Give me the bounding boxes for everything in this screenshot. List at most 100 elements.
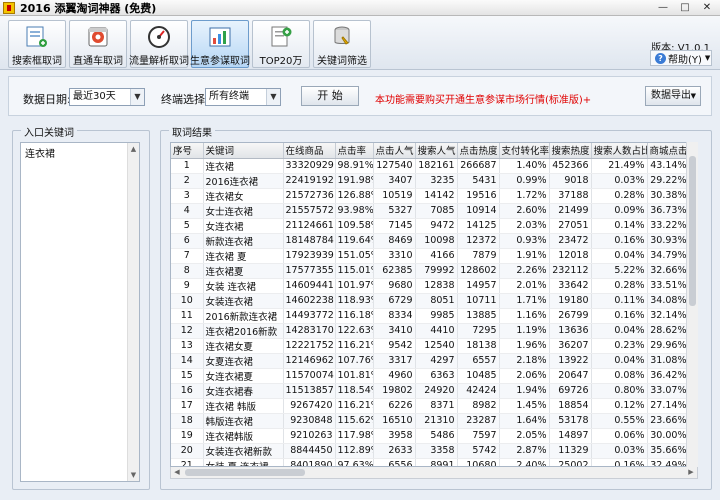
table-cell: 18854: [549, 398, 592, 414]
table-vertical-scrollbar[interactable]: [686, 142, 698, 467]
table-row[interactable]: 14女夏连衣裙12146962107.76%3317429765572.18%1…: [171, 353, 690, 369]
table-row[interactable]: 7连衣裙 夏17923939151.05%3310416678791.91%12…: [171, 248, 690, 264]
column-header[interactable]: 商城点击占比: [647, 143, 690, 159]
table-cell: 19180: [549, 293, 592, 309]
chevron-down-icon[interactable]: ▼: [266, 89, 280, 105]
tool-top20[interactable]: TOP20万: [252, 20, 310, 68]
table-cell: 33320929: [283, 158, 336, 174]
scroll-down-icon[interactable]: ▼: [128, 469, 139, 481]
help-button[interactable]: ? 帮助(Y) ▼: [650, 50, 712, 66]
tool-keyword-filter[interactable]: 关键词筛选: [313, 20, 371, 68]
table-cell: 1.40%: [499, 158, 550, 174]
table-cell: 4960: [373, 368, 416, 384]
table-row[interactable]: 4 女士连衣裙 21557572 93.98% 5327 7085 10914 2.60% 21…: [171, 203, 690, 219]
start-button[interactable]: 开 始: [301, 86, 359, 106]
table-cell: 15: [171, 368, 204, 384]
table-row[interactable]: 18韩版连衣裙9230848115.62%1651021310232871.64…: [171, 413, 690, 429]
column-header[interactable]: 在线商品: [283, 143, 336, 159]
table-cell: 14897: [549, 428, 592, 444]
table-cell: 43.14%: [647, 158, 690, 174]
table-cell: 107.76%: [335, 353, 374, 369]
table-cell: 2.06%: [499, 368, 550, 384]
column-header[interactable]: 搜索人气: [415, 143, 458, 159]
minimize-icon[interactable]: —: [652, 1, 674, 15]
table-cell: 101.97%: [335, 278, 374, 294]
table-cell: 9210263: [283, 428, 336, 444]
table-row[interactable]: 20女装连衣裙新款8844450112.89%2633335857422.87%…: [171, 443, 690, 459]
column-header[interactable]: 关键词: [203, 143, 284, 159]
table-cell: 4166: [415, 248, 458, 264]
table-cell: 0.55%: [591, 413, 648, 429]
table-cell: 33.07%: [647, 383, 690, 399]
table-body: 1 连衣裙 33320929 98.91% 127540 182161 266687 1.40…: [171, 158, 690, 466]
table-row[interactable]: 17连衣裙 韩版9267420116.21%6226837189821.45%1…: [171, 398, 690, 414]
table-cell: 3410: [373, 323, 416, 339]
table-cell: 5742: [457, 443, 500, 459]
table-cell: 13922: [549, 353, 592, 369]
list-scrollbar[interactable]: ▲ ▼: [127, 143, 139, 481]
scroll-up-icon[interactable]: ▲: [128, 143, 139, 155]
table-row[interactable]: 22016连衣裙22419192191.98%3407323554310.99%…: [171, 173, 690, 189]
table-row[interactable]: 10女装连衣裙14602238118.93%67298051107111.71%…: [171, 293, 690, 309]
column-header[interactable]: 搜索热度: [549, 143, 592, 159]
tool-traffic-analysis[interactable]: 流量解析取词: [129, 20, 189, 68]
date-select[interactable]: 最近30天 ▼: [69, 88, 145, 106]
table-cell: 24920: [415, 383, 458, 399]
column-header[interactable]: 点击人气: [373, 143, 416, 159]
table-row[interactable]: 15女连衣裙夏11570074101.81%49606363104852.06%…: [171, 368, 690, 384]
terminal-select[interactable]: 所有终端 ▼: [205, 88, 281, 106]
table-cell: 98.91%: [335, 158, 374, 174]
scroll-thumb[interactable]: [689, 156, 696, 306]
table-row[interactable]: 5女连衣裙21124661109.58%71459472141252.03%27…: [171, 218, 690, 234]
window-controls: — □ ✕: [652, 1, 718, 15]
column-header[interactable]: 点击热度: [457, 143, 500, 159]
table-cell: 女连衣裙夏: [203, 368, 284, 384]
table-cell: 21572736: [283, 188, 336, 204]
table-cell: 2.87%: [499, 443, 550, 459]
table-row[interactable]: 9女装 连衣裙14609441101.97%968012838149572.01…: [171, 278, 690, 294]
close-icon[interactable]: ✕: [696, 1, 718, 15]
maximize-icon[interactable]: □: [674, 1, 696, 15]
table-row[interactable]: 6新款连衣裙18148784119.64%846910098123720.93%…: [171, 233, 690, 249]
table-cell: 118.93%: [335, 293, 374, 309]
table-cell: 13: [171, 338, 204, 354]
chevron-down-icon[interactable]: ▼: [130, 89, 144, 105]
column-header[interactable]: 点击率: [335, 143, 374, 159]
export-button[interactable]: 数据导出 ▼: [645, 86, 701, 106]
table-cell: 5327: [373, 203, 416, 219]
tool-business-advisor[interactable]: 生意参谋取词: [190, 20, 250, 68]
table-cell: 10: [171, 293, 204, 309]
table-cell: 0.28%: [591, 278, 648, 294]
table-row[interactable]: 21 女装 夏 连衣裙 8401890 97.63% 6556 8991 10680 2.40…: [171, 458, 690, 466]
table-cell: 0.03%: [591, 443, 648, 459]
column-header[interactable]: 搜索人数占比: [591, 143, 648, 159]
entry-keyword-list[interactable]: 连衣裙 ▲ ▼: [20, 142, 140, 482]
table-cell: 10519: [373, 188, 416, 204]
scroll-thumb[interactable]: [185, 469, 305, 476]
table-horizontal-scrollbar[interactable]: ◀ ▶: [170, 467, 698, 479]
tool-through-train[interactable]: 直通车取词: [69, 20, 127, 68]
table-row[interactable]: 8连衣裙夏17577355115.01%62385799921286022.26…: [171, 263, 690, 279]
table-row[interactable]: 12连衣裙2016新款14283170122.63%3410441072951.…: [171, 323, 690, 339]
table-cell: 93.98%: [335, 203, 374, 219]
table-row[interactable]: 16女连衣裙春11513857118.54%1980224920424241.9…: [171, 383, 690, 399]
table-cell: 4: [171, 203, 204, 219]
table-cell: 4410: [415, 323, 458, 339]
column-header[interactable]: 序号: [171, 143, 204, 159]
table-cell: 新款连衣裙: [203, 233, 284, 249]
table-row[interactable]: 112016新款连衣裙14493772116.18%83349985138851…: [171, 308, 690, 324]
table-row[interactable]: 3连衣裙女21572736126.88%1051914142195161.72%…: [171, 188, 690, 204]
scroll-right-icon[interactable]: ▶: [685, 467, 697, 478]
column-header[interactable]: 支付转化率: [499, 143, 550, 159]
list-item[interactable]: 连衣裙: [21, 143, 139, 162]
table-cell: 14493772: [283, 308, 336, 324]
table-cell: 29.22%: [647, 173, 690, 189]
table-row[interactable]: 13连衣裙女夏12221752116.21%954212540181381.96…: [171, 338, 690, 354]
table-row[interactable]: 1 连衣裙 33320929 98.91% 127540 182161 266687 1.40…: [171, 158, 690, 174]
tool-search-box[interactable]: 搜索框取词: [8, 20, 66, 68]
table-row[interactable]: 19连衣裙韩版9210263117.98%3958548675972.05%14…: [171, 428, 690, 444]
table-cell: 0.16%: [591, 458, 648, 466]
table-cell: 连衣裙: [203, 158, 284, 174]
table-cell: 7: [171, 248, 204, 264]
scroll-left-icon[interactable]: ◀: [171, 467, 183, 478]
